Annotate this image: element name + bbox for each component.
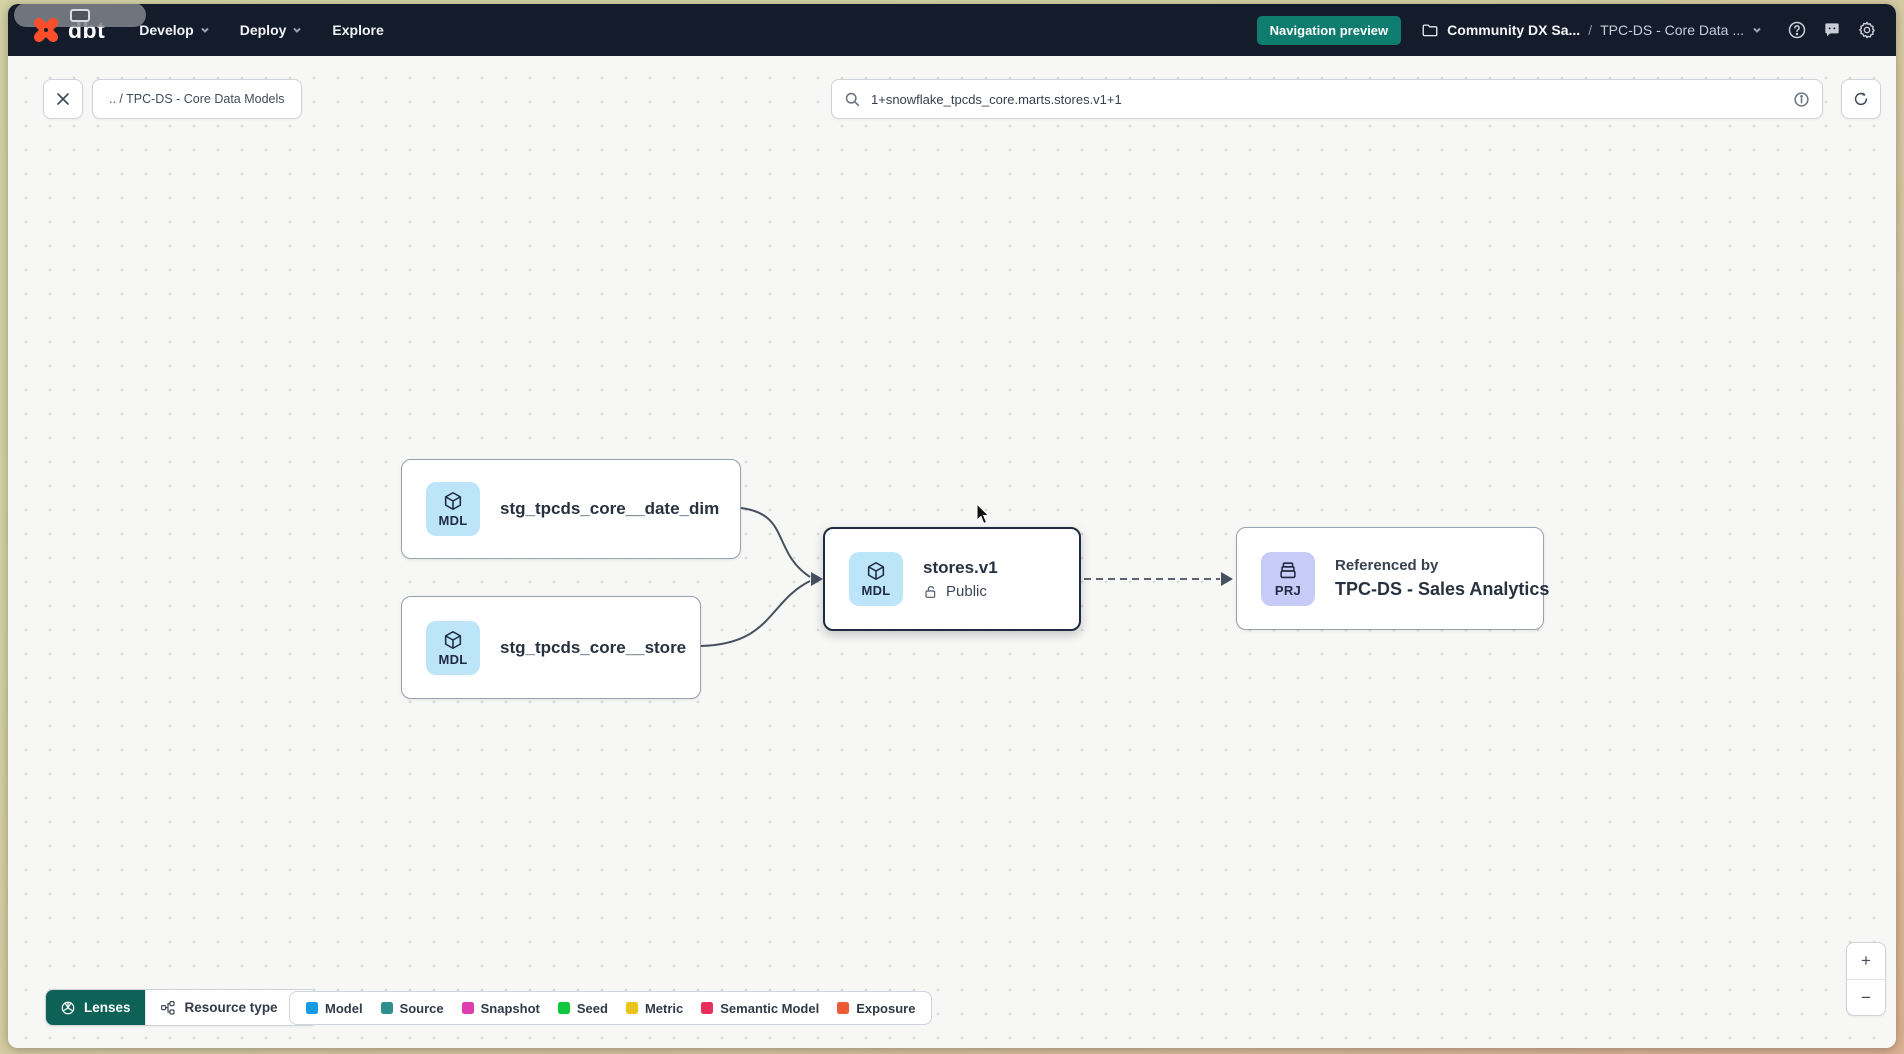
legend-label: Metric (645, 1001, 683, 1016)
dbt-logo-icon (32, 16, 60, 44)
legend-swatch (701, 1002, 713, 1014)
menu-deploy-label: Deploy (240, 22, 287, 38)
menu-explore[interactable]: Explore (332, 22, 383, 38)
top-navbar: dbt Develop Deploy Explore Navigation pr… (8, 4, 1896, 56)
navbar-right: Navigation preview Community DX Sa... / … (1257, 16, 1878, 45)
lineage-canvas[interactable]: .. / TPC-DS - Core Data Models MDL stg_t… (8, 56, 1896, 1048)
legend-label: Source (400, 1001, 444, 1016)
model-resource-badge: MDL (849, 552, 903, 606)
refresh-icon (1852, 90, 1870, 108)
node-stores-v1[interactable]: MDL stores.v1 Public (823, 527, 1081, 631)
window-icon (70, 9, 90, 22)
unlock-icon (923, 584, 939, 600)
zoom-controls: + − (1846, 942, 1886, 1016)
resource-type-label: Resource type (185, 1000, 278, 1015)
legend-swatch (462, 1002, 474, 1014)
help-icon[interactable] (1786, 19, 1808, 41)
node-caption: Referenced by (1335, 557, 1549, 574)
legend-label: Exposure (856, 1001, 915, 1016)
settings-gear-icon[interactable] (1856, 19, 1878, 41)
legend-item-seed: Seed (558, 1001, 608, 1016)
legend-item-exposure: Exposure (837, 1001, 915, 1016)
badge-label: MDL (438, 513, 467, 528)
badge-label: MDL (438, 652, 467, 667)
breadcrumb-page[interactable]: TPC-DS - Core Data ... (1600, 22, 1744, 38)
access-label: Public (946, 583, 987, 600)
menu-develop[interactable]: Develop (139, 22, 209, 38)
legend-item-source: Source (381, 1001, 444, 1016)
main-menu: Develop Deploy Explore (139, 22, 384, 38)
menu-deploy[interactable]: Deploy (240, 22, 303, 38)
legend-label: Semantic Model (720, 1001, 819, 1016)
model-resource-badge: MDL (426, 482, 480, 536)
breadcrumb: Community DX Sa... / TPC-DS - Core Data … (1421, 21, 1762, 39)
legend-item-semantic-model: Semantic Model (701, 1001, 819, 1016)
refresh-lineage-button[interactable] (1841, 79, 1881, 119)
resource-type-legend: Model Source Snapshot Seed Metric Semant… (289, 991, 932, 1025)
legend-swatch (558, 1002, 570, 1014)
mouse-cursor (976, 504, 990, 525)
legend-label: Seed (577, 1001, 608, 1016)
folder-icon (1421, 21, 1439, 39)
navbar-icon-group (1786, 19, 1878, 41)
lenses-label: Lenses (84, 1000, 131, 1015)
legend-label: Model (325, 1001, 363, 1016)
legend-swatch (837, 1002, 849, 1014)
feedback-icon[interactable] (1821, 19, 1843, 41)
lineage-search-bar (831, 79, 1823, 119)
zoom-in-button[interactable]: + (1847, 943, 1885, 979)
close-lineage-button[interactable] (43, 79, 83, 119)
dbt-explorer-window: dbt Develop Deploy Explore Navigation pr… (8, 4, 1896, 1048)
resource-type-icon (160, 1000, 176, 1016)
breadcrumb-separator: / (1588, 22, 1592, 38)
node-stg-tpcds-core-store[interactable]: MDL stg_tpcds_core__store (401, 596, 701, 699)
model-cube-icon (442, 490, 464, 512)
menu-explore-label: Explore (332, 22, 383, 38)
model-resource-badge: MDL (426, 621, 480, 675)
zoom-out-button[interactable]: − (1847, 979, 1885, 1015)
node-referenced-by-sales-analytics[interactable]: PRJ Referenced by TPC-DS - Sales Analyti… (1236, 527, 1544, 630)
chevron-down-icon (292, 25, 302, 35)
lens-controls: Lenses Resource type (45, 989, 318, 1026)
legend-swatch (381, 1002, 393, 1014)
node-label: stores.v1 (923, 558, 998, 578)
legend-swatch (626, 1002, 638, 1014)
breadcrumb-project[interactable]: Community DX Sa... (1447, 22, 1580, 38)
access-row: Public (923, 583, 998, 600)
lenses-icon (60, 1000, 76, 1016)
badge-label: PRJ (1275, 583, 1301, 598)
info-icon[interactable] (1793, 91, 1810, 108)
model-cube-icon (442, 629, 464, 651)
project-archive-icon (1277, 560, 1299, 582)
model-cube-icon (865, 560, 887, 582)
node-label: TPC-DS - Sales Analytics (1335, 579, 1549, 600)
legend-swatch (306, 1002, 318, 1014)
node-label: stg_tpcds_core__date_dim (500, 499, 719, 519)
lineage-breadcrumb-chip[interactable]: .. / TPC-DS - Core Data Models (92, 79, 302, 119)
close-icon (55, 91, 71, 107)
chevron-down-icon[interactable] (1752, 25, 1762, 35)
lenses-button[interactable]: Lenses (46, 990, 145, 1025)
navigation-preview-badge[interactable]: Navigation preview (1257, 16, 1401, 45)
menu-develop-label: Develop (139, 22, 193, 38)
node-label: stg_tpcds_core__store (500, 638, 686, 658)
legend-item-model: Model (306, 1001, 363, 1016)
legend-label: Snapshot (481, 1001, 540, 1016)
legend-item-metric: Metric (626, 1001, 683, 1016)
legend-item-snapshot: Snapshot (462, 1001, 540, 1016)
lineage-selector-input[interactable] (871, 92, 1783, 107)
badge-label: MDL (861, 583, 890, 598)
search-icon (844, 91, 861, 108)
chevron-down-icon (200, 25, 210, 35)
node-stg-tpcds-core-date-dim[interactable]: MDL stg_tpcds_core__date_dim (401, 459, 741, 559)
project-resource-badge: PRJ (1261, 552, 1315, 606)
